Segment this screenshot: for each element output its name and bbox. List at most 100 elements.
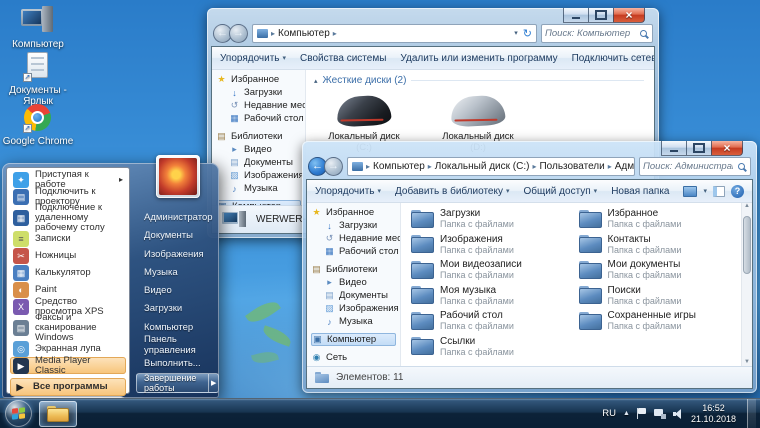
sidebar-item-libraries[interactable]: ▤ Библиотеки: [311, 263, 400, 276]
breadcrumb-item[interactable]: Компьютер: [373, 161, 425, 172]
maximize-button[interactable]: [588, 8, 614, 23]
folder-item-desktop[interactable]: Рабочий стол Папка с файлами: [411, 308, 571, 334]
search-input[interactable]: [542, 27, 638, 39]
action-center-flag-icon[interactable]: [636, 408, 647, 419]
folder-item-favorites[interactable]: Избранное Папка с файлами: [578, 206, 739, 232]
folder-item-saved-games[interactable]: Сохраненные игры Папка с файлами: [578, 308, 739, 334]
volume-icon[interactable]: [672, 408, 684, 419]
network-icon[interactable]: [653, 408, 666, 419]
close-button[interactable]: ×: [613, 8, 645, 23]
close-button[interactable]: ×: [711, 141, 743, 156]
startmenu-video-link[interactable]: Видео: [136, 281, 219, 299]
folder-item-searches[interactable]: Поиски Папка с файлами: [578, 283, 739, 309]
sidebar-item-documents[interactable]: ▤ Документы: [311, 289, 400, 302]
breadcrumb-item[interactable]: Локальный диск (C:): [435, 161, 530, 172]
startmenu-item-snipping-tool[interactable]: ✂ Ножницы: [10, 247, 126, 264]
sidebar-item-favorites[interactable]: ★ Избранное: [216, 73, 305, 86]
folder-item-pictures[interactable]: Изображения Папка с файлами: [411, 232, 571, 258]
show-hidden-icons-button[interactable]: ▲: [623, 410, 630, 417]
breadcrumb-item[interactable]: Компьютер: [278, 28, 330, 39]
help-button[interactable]: ?: [731, 184, 744, 198]
startmenu-run-link[interactable]: Выполнить...: [136, 355, 219, 373]
sidebar-item-video[interactable]: ▸ Видео: [216, 143, 305, 156]
folder-item-my-documents[interactable]: Мои документы Папка с файлами: [578, 257, 739, 283]
uninstall-program-button[interactable]: Удалить или изменить программу: [400, 53, 557, 64]
desktop-icon-computer[interactable]: Компьютер: [2, 6, 74, 50]
breadcrumb[interactable]: ▸ Компьютер ▸ Локальный диск (C:) ▸ Поль…: [347, 156, 635, 176]
search-input[interactable]: [640, 160, 736, 172]
startmenu-item-media-player-classic[interactable]: ▶ Media Player Classic: [10, 355, 126, 375]
preview-pane-button[interactable]: [713, 185, 725, 197]
sidebar-item-network[interactable]: ◉ Сеть: [311, 351, 400, 364]
change-view-button[interactable]: [683, 185, 698, 197]
startmenu-documents-link[interactable]: Документы: [136, 227, 219, 245]
sidebar-item-recent[interactable]: ↺Недавние места: [216, 99, 305, 112]
folder-item-videos[interactable]: Мои видеозаписи Папка с файлами: [411, 257, 571, 283]
search-box[interactable]: [541, 23, 653, 43]
folder-item-contacts[interactable]: Контакты Папка с файлами: [578, 232, 739, 258]
organize-button[interactable]: Упорядочить ▾: [315, 186, 381, 197]
desktop-icon-chrome[interactable]: ➚ Google Chrome: [2, 103, 74, 147]
folder-item-downloads[interactable]: Загрузки Папка с файлами: [411, 206, 571, 232]
sidebar-item-pictures[interactable]: ▨ Изображения: [216, 169, 305, 182]
folder-item-music[interactable]: Моя музыка Папка с файлами: [411, 283, 571, 309]
startmenu-user-link[interactable]: Администратор: [136, 208, 219, 226]
sidebar-item-favorites[interactable]: ★ Избранное: [311, 206, 400, 219]
breadcrumb-item[interactable]: Администратор: [615, 161, 634, 172]
startmenu-item-calculator[interactable]: ▦ Калькулятор: [10, 264, 126, 281]
forward-button[interactable]: →: [229, 23, 248, 43]
startmenu-control-panel-link[interactable]: Панель управления: [136, 334, 219, 356]
startmenu-downloads-link[interactable]: Загрузки: [136, 300, 219, 318]
sidebar-item-desktop[interactable]: ▦ Рабочий стол: [216, 112, 305, 125]
map-network-drive-button[interactable]: Подключить сетевой диск: [572, 53, 654, 64]
sidebar-item-downloads[interactable]: ↓ Загрузки: [311, 219, 400, 232]
breadcrumb[interactable]: ▸ Компьютер ▸ ▾ ↻: [252, 23, 537, 43]
sidebar-item-recent[interactable]: ↺Недавние места: [311, 232, 400, 245]
user-avatar[interactable]: [155, 155, 200, 199]
sidebar-item-desktop[interactable]: ▦ Рабочий стол: [311, 245, 400, 258]
vertical-scrollbar[interactable]: ▲ ▼: [741, 203, 752, 366]
startmenu-computer-link[interactable]: Компьютер: [136, 318, 219, 336]
folder-item-links[interactable]: Ссылки Папка с файлами: [411, 334, 571, 360]
sidebar-item-music[interactable]: ♪ Музыка: [311, 315, 400, 328]
sidebar-item-documents[interactable]: ▤ Документы: [216, 156, 305, 169]
scroll-up-icon[interactable]: ▲: [742, 203, 752, 209]
address-dropdown-icon[interactable]: ▾: [514, 29, 518, 37]
search-box[interactable]: [639, 156, 751, 176]
minimize-button[interactable]: [661, 141, 687, 156]
system-properties-button[interactable]: Свойства системы: [300, 53, 386, 64]
sidebar-item-pictures[interactable]: ▨ Изображения: [311, 302, 400, 315]
desktop-icon-documents-shortcut[interactable]: ➚ Документы - Ярлык: [2, 52, 74, 107]
language-indicator[interactable]: RU: [602, 408, 616, 419]
minimize-button[interactable]: [563, 8, 589, 23]
new-folder-button[interactable]: Новая папка: [611, 186, 669, 197]
organize-button[interactable]: Упорядочить ▾: [220, 53, 286, 64]
maximize-button[interactable]: [686, 141, 712, 156]
taskbar-clock[interactable]: 16:52 21.10.2018: [691, 403, 736, 424]
start-button[interactable]: [5, 400, 32, 427]
sidebar-item-downloads[interactable]: ↓ Загрузки: [216, 86, 305, 99]
share-button[interactable]: Общий доступ ▾: [523, 186, 597, 197]
sidebar-item-computer[interactable]: ▣Компьютер: [311, 333, 396, 346]
refresh-icon[interactable]: ↻: [523, 27, 532, 40]
startmenu-item-remote-desktop[interactable]: ▦ Подключение к удаленному рабочему столу: [10, 202, 126, 232]
scrollbar-thumb[interactable]: [743, 216, 751, 274]
startmenu-item-fax-scan[interactable]: ▤ Факсы и сканирование Windows: [10, 312, 126, 342]
breadcrumb-item[interactable]: Пользователи: [539, 161, 604, 172]
group-header[interactable]: ▴ Жесткие диски (2): [306, 70, 654, 88]
taskbar-explorer-button[interactable]: [39, 400, 77, 427]
all-programs-button[interactable]: ▶ Все программы: [10, 378, 126, 396]
sidebar-item-music[interactable]: ♪ Музыка: [216, 182, 305, 195]
startmenu-pictures-link[interactable]: Изображения: [136, 245, 219, 263]
shutdown-button[interactable]: Завершение работы: [136, 373, 210, 393]
forward-button[interactable]: →: [324, 156, 343, 176]
startmenu-item-sticky-notes[interactable]: ≡ Записки: [10, 230, 126, 247]
sidebar-item-libraries[interactable]: ▤ Библиотеки: [216, 130, 305, 143]
startmenu-music-link[interactable]: Музыка: [136, 263, 219, 281]
show-desktop-button[interactable]: [747, 398, 756, 428]
collapse-arrow-icon[interactable]: ▴: [314, 77, 318, 85]
shutdown-options-arrow[interactable]: ▶: [209, 373, 220, 393]
scroll-down-icon[interactable]: ▼: [742, 359, 752, 365]
add-to-library-button[interactable]: Добавить в библиотеку ▾: [395, 186, 509, 197]
sidebar-item-video[interactable]: ▸ Видео: [311, 276, 400, 289]
